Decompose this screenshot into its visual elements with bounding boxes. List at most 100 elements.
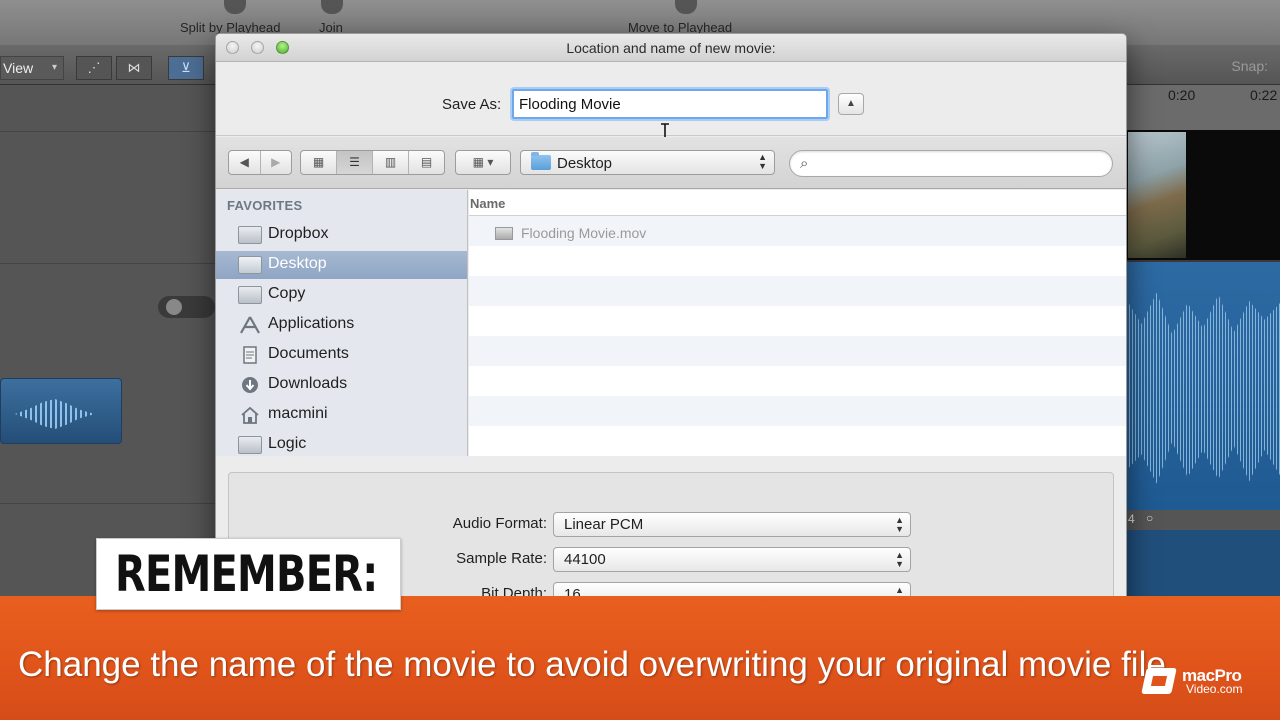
remember-heading: REMEMBER: <box>115 545 378 603</box>
folder-icon <box>531 152 551 170</box>
track-divider <box>0 131 215 132</box>
video-thumbnail <box>1128 132 1186 258</box>
sidebar-item-desktop[interactable]: Desktop <box>216 251 467 279</box>
home-icon <box>241 406 259 424</box>
browser-toolbar: ◀ ▶ ▦ ☰ ▥ ▤ ▦ ▾ Desktop ▲ ▼ ⌕ <box>216 137 1126 189</box>
updown-arrows-icon: ▲▼ <box>895 550 904 569</box>
sample-rate-select[interactable]: 44100 ▲ ▼ <box>553 547 911 572</box>
dialog-title: Location and name of new movie: <box>566 40 776 56</box>
macprovideo-logo: macPro Video.com <box>1141 666 1266 696</box>
sidebar-item-downloads[interactable]: Downloads <box>216 371 467 399</box>
file-list: Name Flooding Movie.mov <box>469 190 1126 456</box>
list-row <box>469 246 1126 276</box>
sidebar-item-copy[interactable]: Copy <box>216 281 467 309</box>
track-divider <box>0 503 215 504</box>
view-menu[interactable]: View ▾ <box>0 56 64 80</box>
movie-file-icon <box>495 227 513 240</box>
sidebar-item-macmini[interactable]: macmini <box>216 401 467 429</box>
save-as-row: Save As: ▲ <box>216 62 1126 136</box>
list-row <box>469 276 1126 306</box>
search-icon: ⌕ <box>800 155 809 172</box>
folder-icon <box>238 436 262 454</box>
cover-flow-button[interactable]: ▤ <box>409 151 444 174</box>
sidebar-item-logic[interactable]: Logic <box>216 431 467 459</box>
column-view-button[interactable]: ▥ <box>373 151 409 174</box>
volume-slider[interactable] <box>158 296 215 318</box>
forward-button[interactable]: ▶ <box>261 151 292 174</box>
remember-box: REMEMBER: <box>96 538 401 610</box>
folder-icon <box>238 286 262 304</box>
favorites-header: FAVORITES <box>227 198 303 213</box>
arrange-menu-button[interactable]: ▦ ▾ <box>455 150 511 175</box>
list-row <box>469 306 1126 336</box>
collapse-browser-button[interactable]: ▲ <box>838 93 864 115</box>
sidebar-item-applications[interactable]: Applications <box>216 311 467 339</box>
audio-format-value: Linear PCM <box>564 516 644 533</box>
file-name: Flooding Movie.mov <box>521 225 647 241</box>
sidebar-item-dropbox[interactable]: Dropbox <box>216 221 467 249</box>
sample-rate-value: 44100 <box>564 551 606 568</box>
list-view-button[interactable]: ☰ <box>337 151 373 174</box>
arrange-icon: ▦ ▾ <box>472 155 494 169</box>
logo-mark-icon <box>1141 668 1177 694</box>
location-popup[interactable]: Desktop ▲ ▼ <box>520 150 775 175</box>
dialog-titlebar: Location and name of new movie: <box>216 34 1126 62</box>
join-icon <box>321 0 343 14</box>
sidebar-item-documents[interactable]: Documents <box>216 341 467 369</box>
save-dialog: Location and name of new movie: Save As:… <box>215 33 1127 613</box>
view-menu-label: View <box>3 60 34 76</box>
sidebar-item-label: Logic <box>268 435 307 452</box>
icon-view-button[interactable]: ▦ <box>301 151 337 174</box>
sidebar-item-label: Desktop <box>268 255 327 272</box>
track-divider <box>0 263 215 264</box>
track-strip: 4 ○ <box>1126 510 1280 530</box>
downloads-icon <box>242 377 258 393</box>
circle-icon: ○ <box>1146 511 1154 525</box>
audio-region[interactable] <box>0 378 122 444</box>
crossfade-tool-button[interactable]: ⋈ <box>116 56 152 80</box>
search-field[interactable]: ⌕ <box>789 150 1113 177</box>
caption-text: Change the name of the movie to avoid ov… <box>18 645 1176 684</box>
navigation-buttons: ◀ ▶ <box>228 150 292 175</box>
video-track[interactable] <box>1126 130 1280 260</box>
ruler-tick: 0:22 <box>1250 87 1278 103</box>
split-icon <box>224 0 246 14</box>
favorites-sidebar: FAVORITES Dropbox Desktop Copy Applicati… <box>216 190 468 456</box>
marquee-tool-button[interactable]: ⊻ <box>168 56 204 80</box>
sidebar-item-label: Documents <box>268 345 349 362</box>
sidebar-item-label: Copy <box>268 285 306 302</box>
background-bottom-area <box>1126 530 1280 600</box>
applications-icon <box>240 316 260 334</box>
strip-marker: 4 <box>1128 512 1135 526</box>
updown-arrows-icon: ▲▼ <box>758 152 767 171</box>
documents-icon <box>243 346 257 364</box>
list-row <box>469 366 1126 396</box>
back-button[interactable]: ◀ <box>229 151 261 174</box>
audio-track[interactable] <box>1126 262 1280 512</box>
file-row-flooding-movie[interactable]: Flooding Movie.mov <box>469 218 1126 248</box>
desktop-icon <box>238 256 262 274</box>
audio-format-label: Audio Format: <box>452 515 547 532</box>
sidebar-item-label: Dropbox <box>268 225 329 242</box>
chevron-down-icon: ▾ <box>51 62 57 73</box>
timeline-ruler[interactable]: 0:20 0:22 <box>1126 85 1280 130</box>
view-mode-buttons: ▦ ☰ ▥ ▤ <box>300 150 445 175</box>
waveform-icon <box>15 399 95 429</box>
list-row <box>469 396 1126 426</box>
location-label: Desktop <box>557 155 613 172</box>
name-column-label: Name <box>470 196 506 211</box>
save-as-input[interactable] <box>512 89 828 119</box>
ruler-tick: 0:20 <box>1168 87 1196 103</box>
sidebar-item-label: Applications <box>268 315 355 332</box>
sidebar-item-label: Downloads <box>268 375 348 392</box>
name-column-header[interactable]: Name <box>469 190 1126 216</box>
updown-arrows-icon: ▲▼ <box>895 515 904 534</box>
sample-rate-label: Sample Rate: <box>456 550 547 567</box>
folder-icon <box>238 226 262 244</box>
pointer-tool-button[interactable]: ⋰ <box>76 56 112 80</box>
audio-format-select[interactable]: Linear PCM ▲ ▼ <box>553 512 911 537</box>
save-as-label: Save As: <box>442 96 502 113</box>
file-list-stripes <box>469 216 1126 456</box>
list-row <box>469 336 1126 366</box>
audio-waveform <box>1126 292 1280 484</box>
